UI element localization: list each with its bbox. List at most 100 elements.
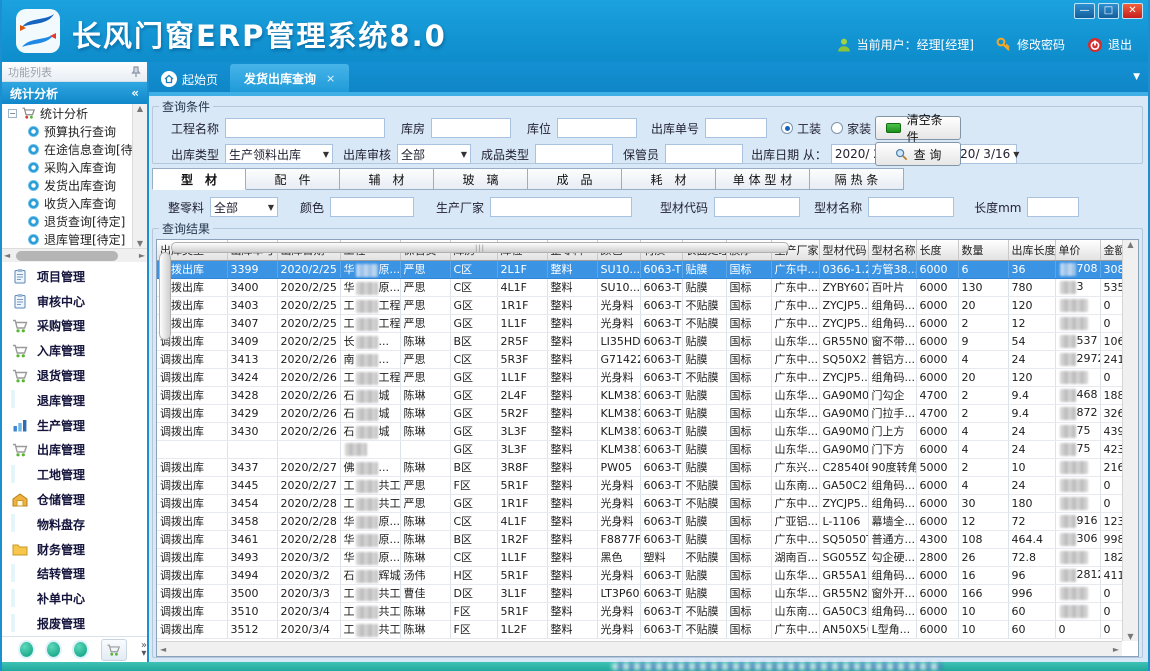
radio-industrial[interactable]: 工装 <box>781 120 821 137</box>
sidebar-group-退货管理[interactable]: 退货管理 <box>2 363 147 388</box>
more-groups-button[interactable]: »▾ <box>141 642 147 658</box>
material-tab-3[interactable]: 辅 材 <box>340 168 434 190</box>
sidebar-group-项目管理[interactable]: 项目管理 <box>2 264 147 289</box>
scroll-right-icon[interactable]: ► <box>139 251 145 260</box>
sidebar-section-header[interactable]: 统计分析 « <box>2 82 147 104</box>
column-header[interactable]: 出库长度 <box>1008 240 1055 260</box>
tree-root[interactable]: − 统计分析 <box>2 104 132 122</box>
table-row[interactable]: 调拨出库34942020/3/2石辉城汤伟H区5R1F整料光身料6063-T5贴… <box>157 566 1133 584</box>
sidebar-group-财务管理[interactable]: 财务管理 <box>2 537 147 562</box>
tree-item[interactable]: 退货查询[待定] <box>2 212 132 230</box>
tree-item[interactable]: 收货入库查询 <box>2 194 132 212</box>
radio-home[interactable]: 家装 <box>831 120 871 137</box>
material-tab-5[interactable]: 成 品 <box>528 168 622 190</box>
profile-code-input[interactable] <box>714 197 800 217</box>
sidebar-group-生产管理[interactable]: 生产管理 <box>2 413 147 438</box>
tree-item[interactable]: 退库管理[待定] <box>2 230 132 248</box>
profile-name-input[interactable] <box>868 197 954 217</box>
scroll-down-icon[interactable]: ▼ <box>1127 632 1133 641</box>
pin-icon[interactable] <box>131 66 141 78</box>
tree-item[interactable]: 发货出库查询 <box>2 176 132 194</box>
table-row[interactable]: 调拨出库34242020/2/26工工程严思G区1L1F整料光身料6063-T5… <box>157 368 1133 386</box>
table-row[interactable]: 调拨出库35122020/3/4工共工程陈琳F区1L2F整料光身料6063-T5… <box>157 620 1133 638</box>
table-row[interactable]: 调拨出库34542020/2/28工共工程严思G区1R1F整料光身料6063-T… <box>157 494 1133 512</box>
table-row[interactable]: 调拨出库33992020/2/25华原...严思C区2L1F整料SU10...6… <box>157 260 1133 278</box>
table-row[interactable]: 调拨出库34292020/2/26石城陈琳G区5R2F整料KLM38176063… <box>157 404 1133 422</box>
location-input[interactable] <box>557 118 637 138</box>
scroll-left-icon[interactable]: ◄ <box>160 645 166 654</box>
table-row[interactable]: G区3L3F整料KLM38176063-T5贴膜国标山东华...GA90M09.… <box>157 440 1133 458</box>
order-no-input[interactable] <box>705 118 767 138</box>
maximize-button[interactable]: □ <box>1098 3 1119 19</box>
tree-item[interactable]: 预算执行查询 <box>2 122 132 140</box>
tree-item[interactable]: 采购入库查询 <box>2 158 132 176</box>
scroll-thumb[interactable] <box>16 251 118 261</box>
whole-part-select[interactable]: 全部▼ <box>210 197 278 217</box>
scroll-left-icon[interactable]: ◄ <box>4 251 10 260</box>
scroll-up-icon[interactable]: ▲ <box>137 104 143 113</box>
material-tab-1[interactable]: 型 材 <box>152 168 246 190</box>
sidebar-group-入库管理[interactable]: 入库管理 <box>2 338 147 363</box>
tree-vertical-scrollbar[interactable]: ▲▼ <box>132 104 147 248</box>
sidebar-group-审核中心[interactable]: 审核中心 <box>2 289 147 314</box>
table-row[interactable]: 调拨出库34582020/2/28华原...陈琳C区4L1F整料光身料6063-… <box>157 512 1133 530</box>
tab-close-icon[interactable]: × <box>326 72 335 85</box>
sidebar-group-退库管理[interactable]: 退库管理 <box>2 388 147 413</box>
table-row[interactable]: 调拨出库34092020/2/25长...陈琳B区2R5F整料LI35HD606… <box>157 332 1133 350</box>
clear-conditions-button[interactable]: 清空条件 <box>875 116 961 140</box>
column-header[interactable]: 长度 <box>916 240 958 260</box>
scroll-thumb[interactable] <box>159 252 171 340</box>
table-row[interactable]: 调拨出库34072020/2/25工工程严思G区1L1F整料光身料6063-T5… <box>157 314 1133 332</box>
table-row[interactable]: 调拨出库34612020/2/28华原...陈琳B区1R2F整料F8877FT6… <box>157 530 1133 548</box>
sidebar-group-仓储管理[interactable]: 仓储管理 <box>2 487 147 512</box>
scroll-right-icon[interactable]: ► <box>1113 645 1119 654</box>
tree-item[interactable]: 在途信息查询[待 <box>2 140 132 158</box>
tab-shipping-outbound-query[interactable]: 发货出库查询 × <box>230 64 349 92</box>
warehouse-input[interactable] <box>431 118 511 138</box>
change-password-link[interactable]: 修改密码 <box>996 36 1065 53</box>
keeper-input[interactable] <box>665 144 743 164</box>
color-input[interactable] <box>330 197 414 217</box>
sidebar-group-工地管理[interactable]: 工地管理 <box>2 462 147 487</box>
close-button[interactable]: ✕ <box>1122 3 1143 19</box>
column-header[interactable]: 数量 <box>958 240 1008 260</box>
table-row[interactable]: 调拨出库34372020/2/27佛...陈琳B区3R8F整料PW056063-… <box>157 458 1133 476</box>
sidebar-group-物料盘存[interactable]: 物料盘存 <box>2 512 147 537</box>
scroll-thumb[interactable]: ||| <box>171 242 789 253</box>
table-row[interactable]: 调拨出库34302020/2/26石城陈琳G区3L3F整料KLM38176063… <box>157 422 1133 440</box>
scroll-down-icon[interactable]: ▼ <box>137 239 143 248</box>
table-row[interactable]: 调拨出库34132020/2/26南...严思C区5R3F整料G71422606… <box>157 350 1133 368</box>
table-row[interactable]: 调拨出库34452020/2/27工共工程严思F区5R1F整料光身料6063-T… <box>157 476 1133 494</box>
audit-select[interactable]: 全部▼ <box>397 144 471 164</box>
sidebar-group-采购管理[interactable]: 采购管理 <box>2 314 147 339</box>
table-row[interactable]: 调拨出库34282020/2/26石城陈琳G区2L4F整料KLM38176063… <box>157 386 1133 404</box>
sidebar-group-出库管理[interactable]: 出库管理 <box>2 438 147 463</box>
cart-shortcut-button[interactable] <box>101 639 127 661</box>
table-row[interactable]: 调拨出库34002020/2/25华原...严思C区4L1F整料SU10...6… <box>157 278 1133 296</box>
tree-horizontal-scrollbar[interactable]: ◄ ► <box>2 248 147 262</box>
grid-horizontal-scrollbar[interactable]: ◄ ► <box>157 641 1122 656</box>
length-input[interactable] <box>1027 197 1079 217</box>
product-type-input[interactable] <box>535 144 613 164</box>
table-row[interactable]: 调拨出库35002020/3/3工共工程曹佳D区3L1F整料LT3P606063… <box>157 584 1133 602</box>
group-dot-icon[interactable] <box>74 642 87 657</box>
material-tab-4[interactable]: 玻 璃 <box>434 168 528 190</box>
grid-vertical-scrollbar[interactable]: ▲ ▼ <box>1122 240 1138 641</box>
material-tab-6[interactable]: 耗 材 <box>622 168 716 190</box>
sidebar-group-报废管理[interactable]: 报废管理 <box>2 611 147 636</box>
sidebar-group-补单中心[interactable]: 补单中心 <box>2 586 147 611</box>
sidebar-group-结转管理[interactable]: 结转管理 <box>2 562 147 587</box>
material-tab-7[interactable]: 单 体 型 材 <box>716 168 810 190</box>
out-type-select[interactable]: 生产领料出库▼ <box>225 144 333 164</box>
minimize-button[interactable]: — <box>1074 3 1095 19</box>
scroll-up-icon[interactable]: ▲ <box>1127 240 1133 249</box>
tree-expander-icon[interactable]: − <box>8 109 17 118</box>
manufacturer-input[interactable] <box>490 197 632 217</box>
column-header[interactable]: 型材代码 <box>819 240 868 260</box>
group-dot-icon[interactable] <box>47 642 60 657</box>
logout-link[interactable]: 退出 <box>1087 36 1132 53</box>
material-tab-8[interactable]: 隔 热 条 <box>810 168 904 190</box>
search-button[interactable]: 查 询 <box>875 142 961 166</box>
table-row[interactable]: 调拨出库35102020/3/4工共工程陈琳F区5R1F整料光身料6063-T5… <box>157 602 1133 620</box>
group-dot-icon[interactable] <box>20 642 33 657</box>
